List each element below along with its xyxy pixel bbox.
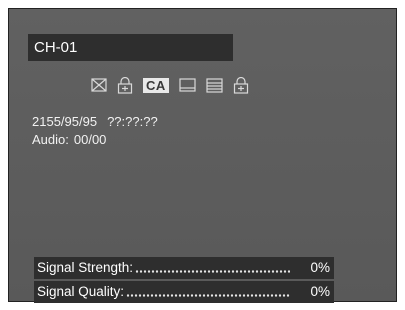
subtitle-icon [179, 78, 196, 92]
teletext-icon [206, 77, 223, 93]
signal-strength-bar: Signal Strength: 0% [34, 257, 334, 279]
date-text: 2155/95/95 [32, 114, 98, 129]
status-icon-row: CA [91, 76, 249, 94]
osd-screen: CH-01 CA 2155/95/95 ??:??:?? Audio: 00/0… [8, 8, 397, 303]
signal-strength-value: 0% [310, 260, 330, 275]
audio-row: Audio: 00/00 [32, 131, 158, 149]
scrambled-envelope-icon [91, 78, 107, 92]
program-info: 2155/95/95 ??:??:?? Audio: 00/00 [32, 113, 158, 149]
audio-value: 00/00 [73, 132, 107, 147]
audio-label: Audio: [32, 132, 69, 147]
signal-quality-value: 0% [310, 284, 330, 299]
lock-icon [117, 76, 133, 94]
date-time-row: 2155/95/95 ??:??:?? [32, 113, 158, 131]
signal-quality-bar: Signal Quality: 0% [34, 281, 334, 303]
signal-quality-meter [126, 293, 290, 297]
ca-icon: CA [143, 77, 169, 93]
signal-quality-label: Signal Quality: [37, 284, 125, 299]
signal-strength-meter [135, 269, 290, 273]
signal-strength-label: Signal Strength: [37, 260, 134, 275]
parental-lock-icon [233, 76, 249, 94]
channel-name: CH-01 [28, 34, 233, 61]
time-text: ??:??:?? [107, 114, 158, 129]
